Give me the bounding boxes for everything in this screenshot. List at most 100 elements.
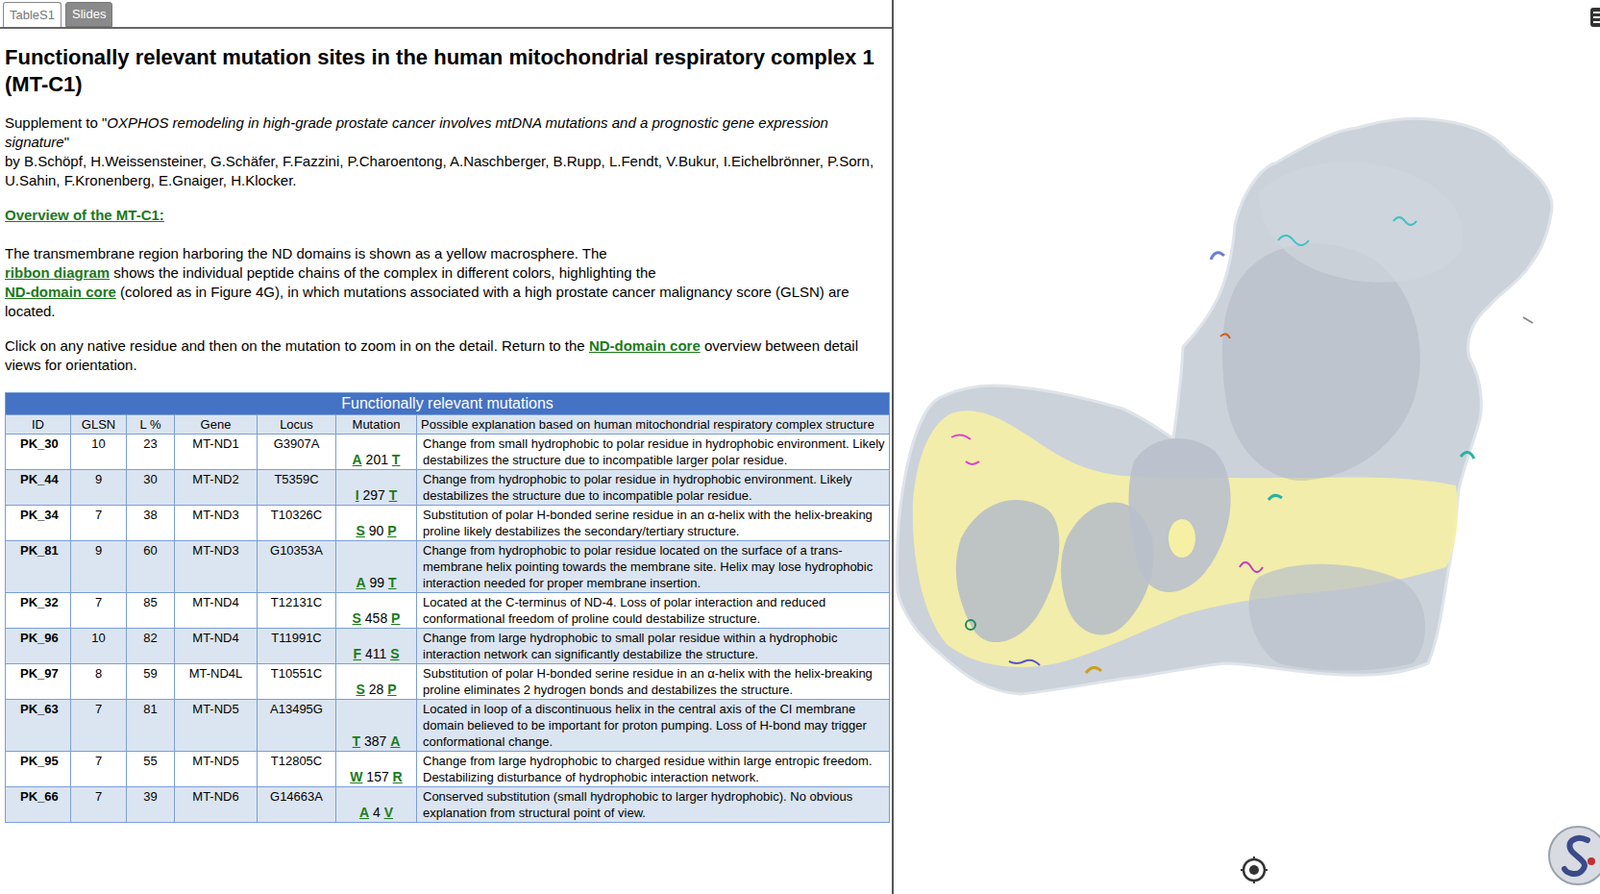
column-header: GLSN (71, 415, 127, 435)
mutation-cell: I 297 T (336, 469, 418, 506)
link[interactable]: ND-domain core (4, 283, 117, 300)
mutant-residue[interactable]: P (387, 681, 396, 697)
table-row: PK_63781MT-ND5A13495GT 387 ALocated in l… (5, 699, 890, 752)
mutant-residue[interactable]: P (391, 610, 400, 626)
gene-cell: MT-ND5 (174, 699, 258, 752)
explanation-cell: Located at the C-terminus of ND-4. Loss … (417, 592, 890, 629)
table-row: PK_95755MT-ND5T12805CW 157 RChange from … (5, 751, 890, 788)
native-residue[interactable]: S (355, 681, 365, 697)
table-row: PK_44930MT-ND2T5359CI 297 TChange from h… (5, 469, 890, 506)
explanation-cell: Change from small hydrophobic to polar r… (417, 434, 890, 470)
native-residue[interactable]: A (355, 574, 366, 591)
mutation-cell: S 28 P (336, 664, 418, 700)
id-cell: PK_97 (5, 664, 72, 700)
gene-cell: MT-ND4L (174, 664, 258, 700)
locus-cell: T10326C (257, 505, 337, 542)
native-residue[interactable]: W (349, 768, 363, 785)
tab-label[interactable]: TableS1 (9, 5, 55, 25)
glsn-cell: 8 (71, 664, 127, 700)
id-cell: PK_32 (5, 592, 72, 629)
residue-position: 201 (366, 451, 389, 468)
explanation-cell: Conserved substitution (small hydrophobi… (417, 787, 890, 823)
intro-line: ND-domain core (colored as in Figure 4G)… (4, 282, 887, 321)
tab[interactable]: Slides (65, 1, 113, 27)
mutation-table: Functionally relevant mutationsIDGLSNL %… (4, 392, 890, 823)
center-view-icon[interactable] (1239, 855, 1269, 885)
text-segment: shows the individual peptide chains of t… (109, 264, 656, 281)
mutant-residue[interactable]: S (390, 645, 399, 662)
locus-cell: A13495G (257, 699, 337, 752)
mutant-residue[interactable]: T (388, 574, 397, 591)
supplement-prefix: Supplement to " (4, 114, 107, 131)
mutant-residue[interactable]: T (389, 487, 398, 503)
tab-label[interactable]: Slides (72, 4, 106, 25)
mutation-cell: A 201 T (336, 434, 418, 470)
l-cell: 81 (126, 699, 175, 752)
table-row: PK_66739MT-ND6G14663AA 4 VConserved subs… (5, 787, 890, 823)
locus-cell: T12805C (257, 751, 337, 788)
table-row: PK_81960MT-ND3G10353AA 99 TChange from h… (5, 541, 890, 593)
complex-surface-icon[interactable] (893, 0, 1600, 894)
molecule-viewer[interactable] (893, 0, 1600, 894)
text-segment: (colored as in Figure 4G), in which muta… (4, 283, 850, 320)
gene-cell: MT-ND4 (174, 628, 258, 665)
locus-cell: G10353A (257, 541, 337, 593)
residue-position: 4 (372, 804, 381, 820)
native-residue[interactable]: I (355, 487, 360, 503)
mutant-residue[interactable]: A (390, 733, 400, 749)
text-segment: Click on any native residue and then on … (4, 337, 590, 354)
page-title: Functionally relevant mutation sites in … (4, 44, 887, 99)
explanation-cell: Change from hydrophobic to polar residue… (417, 469, 890, 506)
column-header: Mutation (336, 415, 418, 435)
column-header: Locus (257, 415, 337, 435)
mutation-cell: S 458 P (336, 592, 418, 629)
native-residue[interactable]: T (352, 733, 362, 749)
app: TableS1 Slides Functionally relevant muta… (0, 0, 1600, 894)
column-header: Gene (174, 415, 258, 435)
authors: by B.Schöpf, H.Weissensteiner, G.Schäfer… (4, 152, 874, 189)
native-residue[interactable]: A (352, 451, 363, 468)
jsmol-logo-icon[interactable] (1547, 824, 1600, 887)
l-cell: 23 (126, 434, 175, 470)
native-residue[interactable]: F (352, 645, 362, 662)
native-residue[interactable]: S (355, 522, 365, 539)
explanation-cell: Located in loop of a discontinuous helix… (417, 699, 890, 752)
link[interactable]: ribbon diagram (4, 264, 110, 281)
glsn-cell: 7 (71, 787, 127, 823)
overview-link[interactable]: Overview of the MT-C1: (4, 206, 165, 223)
menu-icon[interactable] (1590, 7, 1600, 27)
glsn-cell: 7 (71, 505, 127, 542)
native-residue[interactable]: S (352, 610, 362, 626)
glsn-cell: 10 (71, 434, 127, 470)
intro: The transmembrane region harboring the N… (4, 244, 887, 321)
mutation-cell: S 90 P (336, 505, 418, 542)
explanation-cell: Change from hydrophobic to polar residue… (417, 541, 890, 593)
native-residue[interactable]: A (359, 804, 370, 820)
l-cell: 59 (126, 664, 175, 700)
locus-cell: G14663A (257, 787, 337, 823)
table-row: PK_34738MT-ND3T10326CS 90 PSubstitution … (5, 505, 890, 542)
mutant-residue[interactable]: V (384, 804, 394, 820)
table-panel: TableS1 Slides Functionally relevant muta… (0, 0, 894, 894)
gene-cell: MT-ND6 (174, 787, 258, 823)
mutant-residue[interactable]: R (393, 768, 403, 785)
locus-cell: T10551C (257, 664, 337, 700)
gene-cell: MT-ND3 (174, 505, 258, 542)
mutation-cell: W 157 R (336, 751, 418, 788)
column-header: L % (126, 415, 175, 435)
gene-cell: MT-ND2 (174, 469, 258, 506)
mutation-cell: A 99 T (336, 541, 418, 593)
mutant-residue[interactable]: T (392, 451, 401, 468)
residue-position: 90 (369, 522, 385, 539)
intro-line: ribbon diagram shows the individual pept… (4, 263, 887, 283)
link[interactable]: ND-domain core (589, 337, 701, 354)
l-cell: 38 (126, 505, 175, 542)
locus-cell: G3907A (257, 434, 337, 470)
id-cell: PK_96 (5, 628, 72, 665)
residue-position: 411 (365, 645, 387, 662)
table-row: PK_32785MT-ND4T12131CS 458 PLocated at t… (5, 592, 890, 629)
document: Functionally relevant mutation sites in … (0, 28, 892, 894)
tab[interactable]: TableS1 (2, 1, 62, 27)
l-cell: 60 (126, 541, 175, 593)
mutant-residue[interactable]: P (387, 522, 396, 539)
